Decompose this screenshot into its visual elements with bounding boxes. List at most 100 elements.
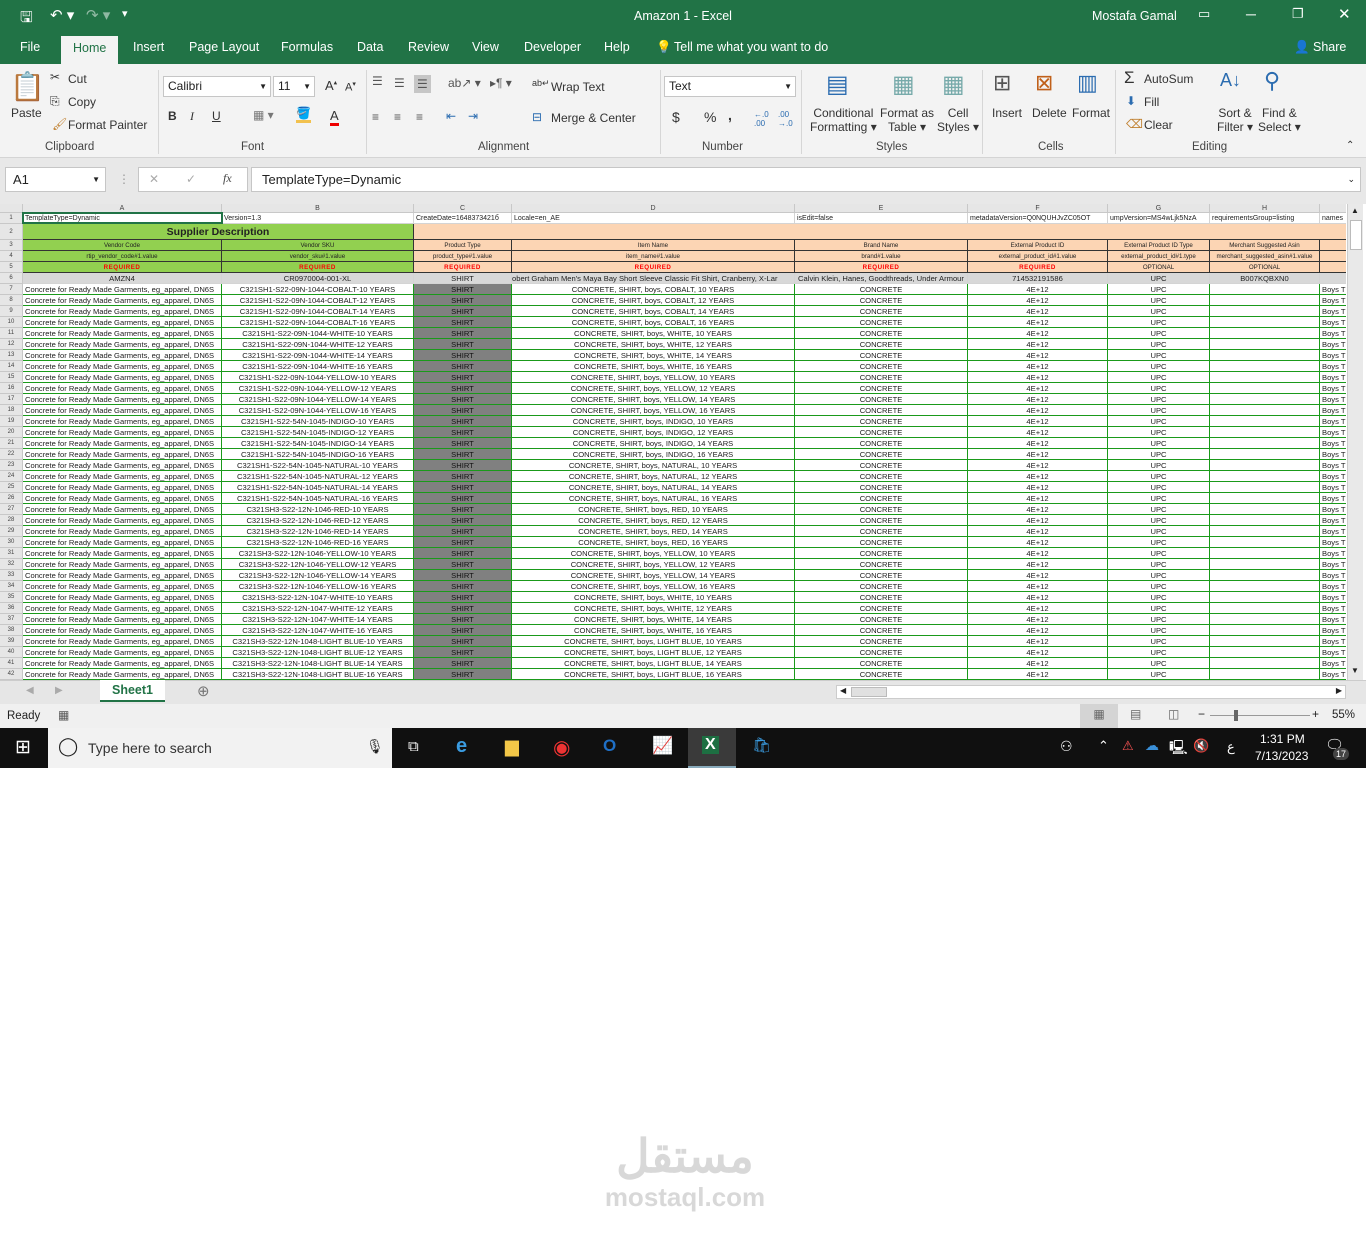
- table-cell[interactable]: CONCRETE: [795, 537, 968, 548]
- table-cell[interactable]: UPC: [1108, 636, 1210, 647]
- table-cell[interactable]: Boys T: [1320, 339, 1346, 350]
- table-cell[interactable]: CONCRETE, SHIRT, boys, INDIGO, 12 YEARS: [512, 427, 795, 438]
- table-cell[interactable]: SHIRT: [414, 603, 512, 614]
- ribbon-display-icon[interactable]: ▭: [1198, 6, 1210, 22]
- table-cell[interactable]: [1210, 295, 1320, 306]
- table-cell[interactable]: 4E+12: [968, 559, 1108, 570]
- table-cell[interactable]: 4E+12: [968, 394, 1108, 405]
- collapse-ribbon-icon[interactable]: ⌃: [1346, 140, 1354, 151]
- table-cell[interactable]: CONCRETE, SHIRT, boys, YELLOW, 14 YEARS: [512, 394, 795, 405]
- table-cell[interactable]: [1210, 482, 1320, 493]
- cell-row1[interactable]: metadataVersion=Q0NQUHJvZC05OT: [968, 213, 1108, 224]
- table-cell[interactable]: Boys T: [1320, 647, 1346, 658]
- format-cells-button[interactable]: Format: [1072, 106, 1110, 120]
- row-header[interactable]: 38: [0, 625, 23, 636]
- table-cell[interactable]: C321SH3-S22-12N-1048-LIGHT BLUE-14 YEARS: [222, 658, 414, 669]
- table-cell[interactable]: 4E+12: [968, 350, 1108, 361]
- table-cell[interactable]: [1210, 636, 1320, 647]
- table-cell[interactable]: Boys T: [1320, 306, 1346, 317]
- table-cell[interactable]: CONCRETE: [795, 603, 968, 614]
- table-cell[interactable]: SHIRT: [414, 405, 512, 416]
- row-header[interactable]: 7: [0, 284, 23, 295]
- table-cell[interactable]: Boys T: [1320, 526, 1346, 537]
- table-cell[interactable]: SHIRT: [414, 581, 512, 592]
- column-header-f[interactable]: F: [968, 204, 1108, 213]
- table-cell[interactable]: CONCRETE: [795, 515, 968, 526]
- table-cell[interactable]: CONCRETE, SHIRT, boys, WHITE, 14 YEARS: [512, 614, 795, 625]
- table-cell[interactable]: CONCRETE, SHIRT, boys, LIGHT BLUE, 16 YE…: [512, 669, 795, 680]
- table-cell[interactable]: SHIRT: [414, 350, 512, 361]
- cell-row1[interactable]: CreateDate=1648373421б: [414, 213, 512, 224]
- table-cell[interactable]: Concrete for Ready Made Garments, eg_app…: [23, 526, 222, 537]
- wrap-text-button[interactable]: Wrap Text: [551, 80, 605, 94]
- cell-header-row3[interactable]: External Product ID: [968, 240, 1108, 251]
- table-cell[interactable]: CONCRETE, SHIRT, boys, WHITE, 16 YEARS: [512, 625, 795, 636]
- table-cell[interactable]: [1210, 603, 1320, 614]
- table-cell[interactable]: UPC: [1108, 394, 1210, 405]
- row-header[interactable]: 42: [0, 669, 23, 680]
- table-cell[interactable]: Boys T: [1320, 669, 1346, 680]
- normal-view-icon[interactable]: ▦: [1080, 704, 1118, 728]
- font-size-dropdown[interactable]: 11 ▼: [273, 76, 315, 97]
- tell-me-search[interactable]: Tell me what you want to do: [674, 40, 828, 54]
- table-cell[interactable]: SHIRT: [414, 592, 512, 603]
- table-cell[interactable]: Concrete for Ready Made Garments, eg_app…: [23, 306, 222, 317]
- table-cell[interactable]: [1210, 460, 1320, 471]
- conditional-formatting-button[interactable]: Conditional Formatting ▾: [810, 106, 877, 134]
- table-cell[interactable]: Concrete for Ready Made Garments, eg_app…: [23, 394, 222, 405]
- table-cell[interactable]: Concrete for Ready Made Garments, eg_app…: [23, 537, 222, 548]
- row-header[interactable]: 16: [0, 383, 23, 394]
- table-cell[interactable]: CONCRETE: [795, 383, 968, 394]
- table-cell[interactable]: 4E+12: [968, 537, 1108, 548]
- table-cell[interactable]: [1210, 328, 1320, 339]
- table-cell[interactable]: [1210, 350, 1320, 361]
- row-header[interactable]: 9: [0, 306, 23, 317]
- photos-icon[interactable]: 📈: [652, 736, 673, 756]
- zoom-level[interactable]: 55%: [1332, 709, 1355, 721]
- table-cell[interactable]: SHIRT: [414, 361, 512, 372]
- tab-developer[interactable]: Developer: [524, 40, 581, 54]
- table-cell[interactable]: CONCRETE, SHIRT, boys, YELLOW, 12 YEARS: [512, 559, 795, 570]
- cell-styles-button[interactable]: Cell Styles ▾: [937, 106, 979, 134]
- table-cell[interactable]: SHIRT: [414, 658, 512, 669]
- table-cell[interactable]: C321SH1-S22-09N-1044-YELLOW-10 YEARS: [222, 372, 414, 383]
- table-cell[interactable]: [1210, 669, 1320, 680]
- row-header[interactable]: 19: [0, 416, 23, 427]
- table-cell[interactable]: SHIRT: [414, 570, 512, 581]
- row-header[interactable]: 27: [0, 504, 23, 515]
- table-cell[interactable]: C321SH1-S22-09N-1044-COBALT-10 YEARS: [222, 284, 414, 295]
- clock-time[interactable]: 1:31 PM: [1260, 732, 1305, 746]
- table-cell[interactable]: UPC: [1108, 592, 1210, 603]
- row-header[interactable]: 21: [0, 438, 23, 449]
- table-cell[interactable]: UPC: [1108, 537, 1210, 548]
- table-cell[interactable]: 4E+12: [968, 306, 1108, 317]
- table-cell[interactable]: CONCRETE: [795, 361, 968, 372]
- table-cell[interactable]: Concrete for Ready Made Garments, eg_app…: [23, 350, 222, 361]
- table-cell[interactable]: Boys T: [1320, 383, 1346, 394]
- new-sheet-icon[interactable]: ⊕: [197, 682, 210, 700]
- table-cell[interactable]: C321SH3-S22-12N-1047-WHITE-14 YEARS: [222, 614, 414, 625]
- table-cell[interactable]: 4E+12: [968, 361, 1108, 372]
- table-cell[interactable]: CONCRETE: [795, 427, 968, 438]
- table-cell[interactable]: 4E+12: [968, 416, 1108, 427]
- table-cell[interactable]: Boys T: [1320, 350, 1346, 361]
- zoom-slider-thumb[interactable]: [1234, 710, 1238, 721]
- row-header[interactable]: 1: [0, 213, 23, 224]
- cell-example-row[interactable]: UPC: [1108, 273, 1210, 284]
- table-cell[interactable]: CONCRETE, SHIRT, boys, WHITE, 10 YEARS: [512, 328, 795, 339]
- table-cell[interactable]: Concrete for Ready Made Garments, eg_app…: [23, 372, 222, 383]
- table-cell[interactable]: UPC: [1108, 515, 1210, 526]
- volume-muted-icon[interactable]: 🔇: [1193, 738, 1209, 754]
- table-cell[interactable]: [1210, 471, 1320, 482]
- table-cell[interactable]: CONCRETE, SHIRT, boys, YELLOW, 16 YEARS: [512, 405, 795, 416]
- row-header[interactable]: 6: [0, 273, 23, 284]
- cell-header-row3[interactable]: Product Type: [414, 240, 512, 251]
- table-cell[interactable]: C321SH1-S22-54N-1045-NATURAL-12 YEARS: [222, 471, 414, 482]
- table-cell[interactable]: C321SH1-S22-54N-1045-INDIGO-14 YEARS: [222, 438, 414, 449]
- table-cell[interactable]: [1210, 438, 1320, 449]
- save-icon[interactable]: 🖫: [20, 7, 33, 32]
- table-cell[interactable]: C321SH1-S22-54N-1045-NATURAL-14 YEARS: [222, 482, 414, 493]
- table-cell[interactable]: Concrete for Ready Made Garments, eg_app…: [23, 548, 222, 559]
- table-cell[interactable]: CONCRETE, SHIRT, boys, COBALT, 10 YEARS: [512, 284, 795, 295]
- table-cell[interactable]: Boys T: [1320, 372, 1346, 383]
